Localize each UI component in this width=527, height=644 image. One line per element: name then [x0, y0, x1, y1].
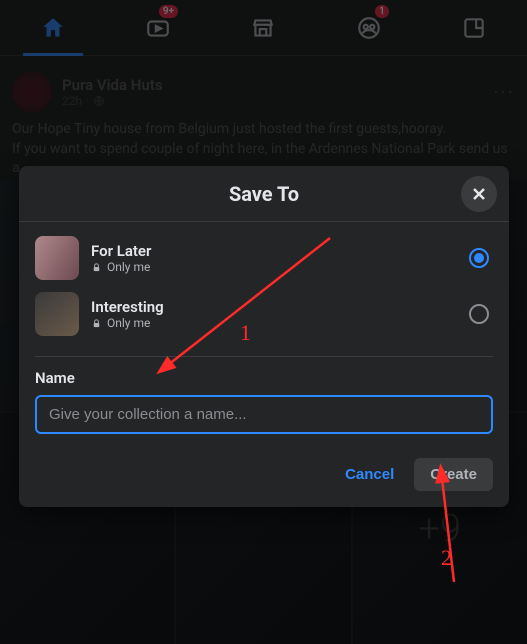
annotation-label-2: 2: [441, 545, 452, 571]
close-icon: [469, 184, 489, 204]
collection-name: Interesting: [91, 298, 164, 316]
collection-privacy: Only me: [91, 260, 151, 274]
divider: [35, 356, 493, 357]
create-button[interactable]: Create: [414, 458, 493, 491]
name-label: Name: [19, 363, 509, 395]
collection-thumb: [35, 292, 79, 336]
modal-footer: Cancel Create: [19, 434, 509, 495]
collection-thumb: [35, 236, 79, 280]
collection-name: For Later: [91, 242, 151, 260]
collection-item-for-later[interactable]: For Later Only me: [35, 230, 493, 286]
modal-title: Save To: [229, 182, 299, 206]
lock-icon: [91, 262, 102, 273]
radio-unselected[interactable]: [469, 304, 489, 324]
collection-item-interesting[interactable]: Interesting Only me: [35, 286, 493, 342]
annotation-label-1: 1: [240, 320, 251, 346]
collection-list: For Later Only me Interesting Only me: [19, 222, 509, 350]
collection-name-input[interactable]: [35, 395, 493, 434]
lock-icon: [91, 318, 102, 329]
collection-privacy: Only me: [91, 316, 164, 330]
save-to-modal: Save To For Later Only me Interesting: [19, 166, 509, 507]
radio-selected[interactable]: [469, 248, 489, 268]
close-button[interactable]: [461, 176, 497, 212]
cancel-button[interactable]: Cancel: [329, 458, 410, 491]
modal-header: Save To: [19, 166, 509, 222]
